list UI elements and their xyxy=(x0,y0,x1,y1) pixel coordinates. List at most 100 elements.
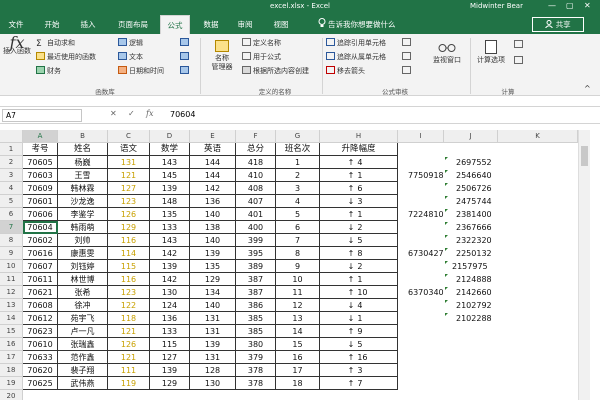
table-cell-rank[interactable]: 11 xyxy=(276,286,320,299)
change-cell[interactable]: ↓ 4 xyxy=(320,299,398,312)
change-cell[interactable]: ↑ 3 xyxy=(320,364,398,377)
column-header-c[interactable]: C xyxy=(108,130,150,143)
table-cell-chinese[interactable]: 129 xyxy=(108,221,150,234)
lookup-button[interactable] xyxy=(180,38,191,47)
table-cell-id[interactable]: 70616 xyxy=(23,247,58,260)
table-cell-english[interactable]: 131 xyxy=(190,325,236,338)
user-name[interactable]: Midwinter Bear xyxy=(470,2,523,10)
table-cell-english[interactable]: 140 xyxy=(190,299,236,312)
formula-input[interactable]: 70604 xyxy=(170,110,195,119)
col-j-value[interactable]: 2322320 xyxy=(456,236,492,245)
table-cell-math[interactable]: 136 xyxy=(150,312,190,325)
table-cell-total[interactable]: 399 xyxy=(236,234,276,247)
table-cell-rank[interactable]: 1 xyxy=(276,156,320,169)
table-header-cell[interactable]: 总分 xyxy=(236,143,276,156)
change-cell[interactable]: ↑ 10 xyxy=(320,286,398,299)
table-cell-math[interactable]: 148 xyxy=(150,195,190,208)
table-cell-math[interactable]: 143 xyxy=(150,156,190,169)
row-header-14[interactable]: 14 xyxy=(0,312,23,325)
table-cell-english[interactable]: 128 xyxy=(190,364,236,377)
row-header-10[interactable]: 10 xyxy=(0,260,23,273)
row-header-5[interactable]: 5 xyxy=(0,195,23,208)
table-cell-math[interactable]: 133 xyxy=(150,221,190,234)
table-cell-id[interactable]: 70625 xyxy=(23,377,58,390)
col-i-value[interactable]: 6370340 xyxy=(408,288,444,297)
row-header-6[interactable]: 6 xyxy=(0,208,23,221)
table-cell-english[interactable]: 142 xyxy=(190,182,236,195)
table-cell-total[interactable]: 400 xyxy=(236,221,276,234)
table-cell-total[interactable]: 418 xyxy=(236,156,276,169)
create-from-selection-button[interactable]: 根据所选内容创建 xyxy=(242,66,309,76)
table-cell-id[interactable]: 70611 xyxy=(23,273,58,286)
table-cell-name[interactable]: 沙龙逸 xyxy=(58,195,108,208)
col-i-value[interactable]: 7224810 xyxy=(408,210,444,219)
row-header-13[interactable]: 13 xyxy=(0,299,23,312)
table-cell-name[interactable]: 杨巍 xyxy=(58,156,108,169)
table-header-cell[interactable]: 语文 xyxy=(108,143,150,156)
table-cell-name[interactable]: 王雪 xyxy=(58,169,108,182)
tab-insert[interactable]: 插入 xyxy=(72,15,104,34)
column-header-f[interactable]: F xyxy=(236,130,276,143)
calc-options-button[interactable]: 计算选项 xyxy=(472,40,510,65)
table-cell-total[interactable]: 380 xyxy=(236,338,276,351)
col-i-value[interactable]: 6730427 xyxy=(408,249,444,258)
col-j-value[interactable]: 2506726 xyxy=(456,184,492,193)
table-cell-math[interactable]: 124 xyxy=(150,299,190,312)
col-j-value[interactable]: 2157975 xyxy=(452,262,488,271)
col-j-value[interactable]: 2102288 xyxy=(456,314,492,323)
table-cell-name[interactable]: 苑宇飞 xyxy=(58,312,108,325)
table-cell-total[interactable]: 407 xyxy=(236,195,276,208)
change-cell[interactable]: ↓ 2 xyxy=(320,260,398,273)
table-cell-english[interactable]: 129 xyxy=(190,273,236,286)
table-header-cell[interactable]: 升降幅度 xyxy=(320,143,398,156)
table-cell-english[interactable]: 135 xyxy=(190,260,236,273)
table-cell-chinese[interactable]: 123 xyxy=(108,195,150,208)
table-cell-rank[interactable]: 8 xyxy=(276,247,320,260)
minimize-icon[interactable]: — xyxy=(548,1,556,10)
table-cell-english[interactable]: 144 xyxy=(190,156,236,169)
table-cell-chinese[interactable]: 118 xyxy=(108,312,150,325)
tab-formulas[interactable]: 公式 xyxy=(160,15,190,34)
table-cell-total[interactable]: 410 xyxy=(236,169,276,182)
change-cell[interactable]: ↑ 4 xyxy=(320,156,398,169)
show-formulas-button[interactable] xyxy=(402,38,413,47)
table-cell-rank[interactable]: 16 xyxy=(276,351,320,364)
tab-view[interactable]: 视图 xyxy=(266,15,296,34)
table-cell-total[interactable]: 401 xyxy=(236,208,276,221)
row-header-3[interactable]: 3 xyxy=(0,169,23,182)
tab-review[interactable]: 审阅 xyxy=(230,15,260,34)
table-cell-english[interactable]: 144 xyxy=(190,169,236,182)
calc-sheet-button[interactable] xyxy=(514,56,525,65)
row-header-15[interactable]: 15 xyxy=(0,325,23,338)
table-header-cell[interactable]: 班名次 xyxy=(276,143,320,156)
table-cell-id[interactable]: 70609 xyxy=(23,182,58,195)
row-header-11[interactable]: 11 xyxy=(0,273,23,286)
column-header-k[interactable]: K xyxy=(498,130,578,143)
table-cell-rank[interactable]: 2 xyxy=(276,169,320,182)
row-header-18[interactable]: 18 xyxy=(0,364,23,377)
table-cell-name[interactable]: 裴子翔 xyxy=(58,364,108,377)
column-header-j[interactable]: J xyxy=(444,130,498,143)
table-cell-math[interactable]: 139 xyxy=(150,260,190,273)
change-cell[interactable]: ↑ 1 xyxy=(320,169,398,182)
row-header-17[interactable]: 17 xyxy=(0,351,23,364)
col-j-value[interactable]: 2475744 xyxy=(456,197,492,206)
define-name-button[interactable]: 定义名称 xyxy=(242,38,281,48)
table-cell-math[interactable]: 130 xyxy=(150,286,190,299)
table-cell-rank[interactable]: 18 xyxy=(276,377,320,390)
enter-icon[interactable]: ✓ xyxy=(128,109,135,118)
close-icon[interactable]: ✕ xyxy=(584,1,591,10)
table-cell-chinese[interactable]: 115 xyxy=(108,260,150,273)
table-cell-english[interactable]: 130 xyxy=(190,377,236,390)
table-cell-chinese[interactable]: 116 xyxy=(108,273,150,286)
table-cell-math[interactable]: 127 xyxy=(150,351,190,364)
table-cell-chinese[interactable]: 121 xyxy=(108,325,150,338)
share-button[interactable]: 共享 xyxy=(532,17,584,32)
table-cell-name[interactable]: 徐冲 xyxy=(58,299,108,312)
table-cell-id[interactable]: 70607 xyxy=(23,260,58,273)
table-cell-name[interactable]: 康惠雯 xyxy=(58,247,108,260)
row-header-12[interactable]: 12 xyxy=(0,286,23,299)
insert-function-button[interactable]: fx 插入函数 xyxy=(2,35,32,56)
table-header-cell[interactable]: 姓名 xyxy=(58,143,108,156)
table-cell-math[interactable]: 129 xyxy=(150,377,190,390)
